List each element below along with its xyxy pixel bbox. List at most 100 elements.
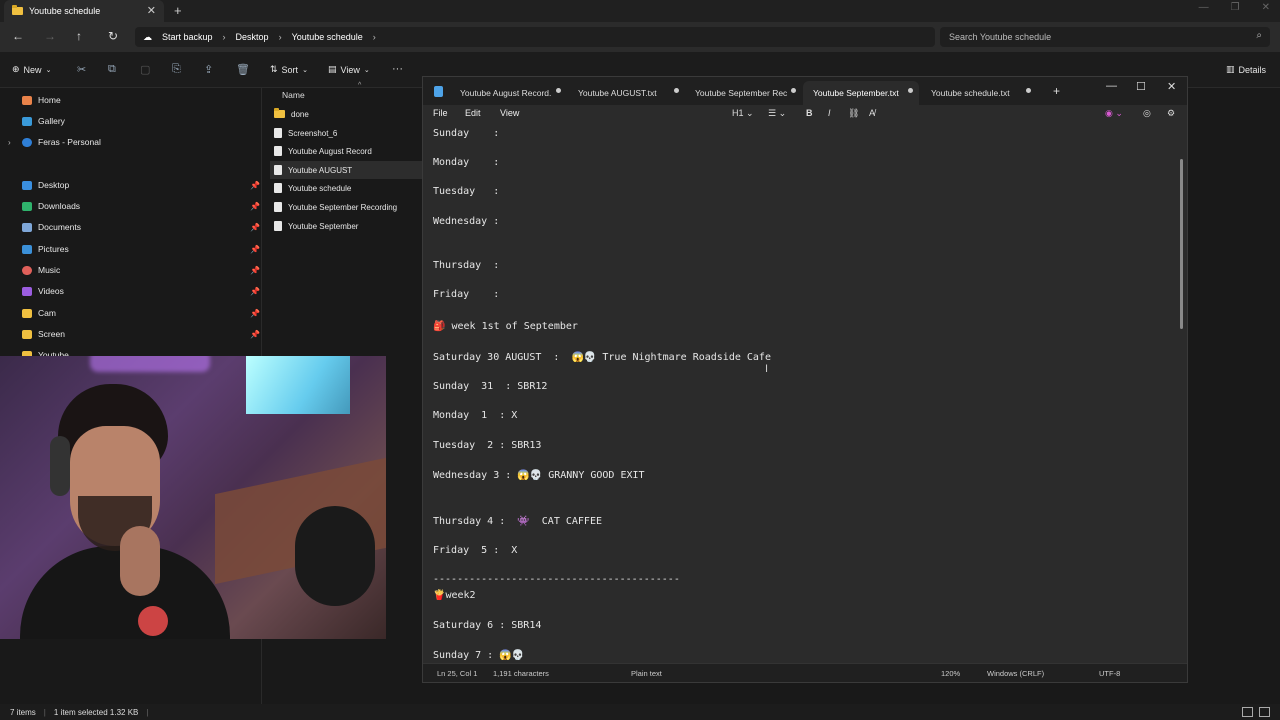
- column-header-name[interactable]: Name: [282, 90, 305, 100]
- clear-format-icon[interactable]: A̸: [869, 108, 875, 118]
- breadcrumb-start-backup[interactable]: Start backup: [162, 32, 213, 42]
- minimize-icon[interactable]: —: [1106, 80, 1117, 92]
- nav-onedrive[interactable]: Feras - Personal: [22, 137, 101, 147]
- file-type[interactable]: Plain text: [631, 669, 662, 678]
- nav-cam-label: Cam: [38, 308, 56, 318]
- new-tab-button[interactable]: +: [1053, 84, 1060, 98]
- bold-icon[interactable]: B: [806, 108, 813, 118]
- pin-icon: 📌: [250, 330, 260, 339]
- delete-icon[interactable]: 🗑: [236, 63, 250, 76]
- text-line: ----------------------------------------…: [433, 574, 680, 585]
- nav-desktop[interactable]: Desktop: [22, 180, 69, 190]
- new-button[interactable]: ⊕ New ⌄: [12, 64, 51, 75]
- notepad-tab-active[interactable]: Youtube September.txt: [803, 81, 919, 105]
- folder-icon: [22, 308, 32, 318]
- copilot-icon[interactable]: ◉ ⌄: [1105, 108, 1123, 119]
- search-input[interactable]: Search Youtube schedule ⌕: [940, 27, 1270, 47]
- file-name: Youtube schedule: [288, 183, 352, 193]
- encoding[interactable]: UTF-8: [1099, 669, 1120, 678]
- breadcrumb-desktop[interactable]: Desktop: [236, 32, 269, 42]
- new-tab-button[interactable]: +: [174, 3, 182, 18]
- text-file-icon: [274, 221, 282, 231]
- sort-button[interactable]: ⇅ Sort ⌄: [270, 64, 308, 75]
- file-row[interactable]: Youtube September Recording: [270, 198, 422, 216]
- nav-screen-label: Screen: [38, 329, 65, 339]
- pictures-icon: [22, 244, 32, 254]
- heading-select[interactable]: H1 ⌄: [732, 108, 754, 119]
- rename-icon[interactable]: ⎘: [172, 63, 181, 76]
- line-ending[interactable]: Windows (CRLF): [987, 669, 1044, 678]
- close-icon[interactable]: ✕: [147, 4, 156, 17]
- text-line: Monday 1 : X: [433, 410, 518, 421]
- nav-documents[interactable]: Documents: [22, 222, 81, 232]
- nav-home[interactable]: Home: [22, 95, 61, 105]
- menu-edit[interactable]: Edit: [465, 108, 481, 118]
- folder-icon: [22, 329, 32, 339]
- copy-icon[interactable]: ⧉: [108, 63, 116, 76]
- paste-icon[interactable]: ▢: [140, 63, 150, 76]
- nav-downloads[interactable]: Downloads: [22, 201, 80, 211]
- nav-music-label: Music: [38, 265, 61, 275]
- refresh-icon[interactable]: ↻: [108, 29, 118, 43]
- music-icon: [22, 265, 32, 275]
- nav-music[interactable]: Music: [22, 265, 60, 275]
- account-icon[interactable]: ◎: [1143, 108, 1151, 119]
- vertical-scrollbar[interactable]: [1180, 159, 1183, 329]
- file-row[interactable]: Youtube August Record: [270, 142, 422, 160]
- file-name: done: [291, 109, 309, 119]
- address-bar[interactable]: ☁ Start backup › Desktop › Youtube sched…: [135, 27, 935, 47]
- explorer-status-bar: 7 items | 1 item selected 1.32 KB |: [0, 704, 1280, 720]
- chevron-right-icon: ›: [372, 32, 376, 42]
- desktop-icon: [22, 180, 32, 190]
- breadcrumb-youtube-schedule[interactable]: Youtube schedule: [292, 32, 363, 42]
- explorer-tab[interactable]: Youtube schedule ✕: [4, 0, 164, 22]
- nav-gallery[interactable]: Gallery: [22, 116, 65, 126]
- notepad-window: Youtube August Record. Youtube AUGUST.tx…: [422, 76, 1188, 683]
- notepad-tab[interactable]: Youtube August Record.: [450, 81, 562, 105]
- file-row[interactable]: Youtube September: [270, 217, 422, 235]
- text-line: Sunday 7 : 😱💀: [433, 650, 525, 661]
- minimize-icon[interactable]: —: [1199, 2, 1209, 13]
- menu-view[interactable]: View: [500, 108, 519, 118]
- nav-onedrive-label: Feras - Personal: [38, 137, 101, 147]
- nav-pictures[interactable]: Pictures: [22, 244, 69, 254]
- details-button[interactable]: ▥ Details: [1226, 64, 1266, 75]
- nav-cam[interactable]: Cam: [22, 308, 56, 318]
- maximize-icon[interactable]: ❐: [1231, 2, 1240, 13]
- back-icon[interactable]: ←: [12, 29, 24, 43]
- settings-icon[interactable]: ⚙: [1167, 108, 1175, 119]
- close-window-icon[interactable]: ✕: [1262, 2, 1270, 13]
- view-label: View: [340, 64, 360, 75]
- tiles-view-icon[interactable]: [1259, 707, 1270, 717]
- nav-gallery-label: Gallery: [38, 116, 65, 126]
- expand-chevron-icon[interactable]: ›: [8, 138, 11, 147]
- share-icon[interactable]: ⇪: [204, 63, 213, 76]
- nav-videos[interactable]: Videos: [22, 286, 64, 296]
- view-button[interactable]: ▤ View ⌄: [328, 64, 370, 75]
- text-line: Friday :: [433, 289, 500, 300]
- list-icon[interactable]: ☰ ⌄: [768, 108, 786, 119]
- zoom-level[interactable]: 120%: [941, 669, 960, 678]
- notepad-tab[interactable]: Youtube AUGUST.txt: [568, 81, 680, 105]
- file-row[interactable]: done: [270, 105, 422, 123]
- more-icon[interactable]: ···: [392, 63, 403, 75]
- menu-file[interactable]: File: [433, 108, 448, 118]
- cut-icon[interactable]: ✂: [77, 63, 86, 76]
- nav-screen[interactable]: Screen: [22, 329, 65, 339]
- up-icon[interactable]: ↑: [76, 29, 82, 43]
- file-row[interactable]: Screenshot_6: [270, 124, 422, 142]
- unsaved-dot-icon: [556, 88, 561, 93]
- pin-icon: 📌: [250, 266, 260, 275]
- forward-icon[interactable]: →: [44, 29, 56, 43]
- notepad-text-area[interactable]: Sunday : Monday : Tuesday : Wednesday : …: [423, 123, 1187, 665]
- maximize-icon[interactable]: ☐: [1136, 80, 1146, 93]
- file-row[interactable]: Youtube schedule: [270, 179, 422, 197]
- notepad-tab[interactable]: Youtube schedule.txt: [921, 81, 1033, 105]
- link-icon[interactable]: ⛓: [848, 108, 859, 119]
- close-window-icon[interactable]: ✕: [1167, 80, 1176, 93]
- notepad-tab[interactable]: Youtube September Rec: [685, 81, 797, 105]
- file-row-selected[interactable]: Youtube AUGUST: [270, 161, 422, 179]
- details-view-icon[interactable]: [1242, 707, 1253, 717]
- file-name: Youtube September: [288, 221, 359, 231]
- italic-icon[interactable]: I: [828, 108, 831, 118]
